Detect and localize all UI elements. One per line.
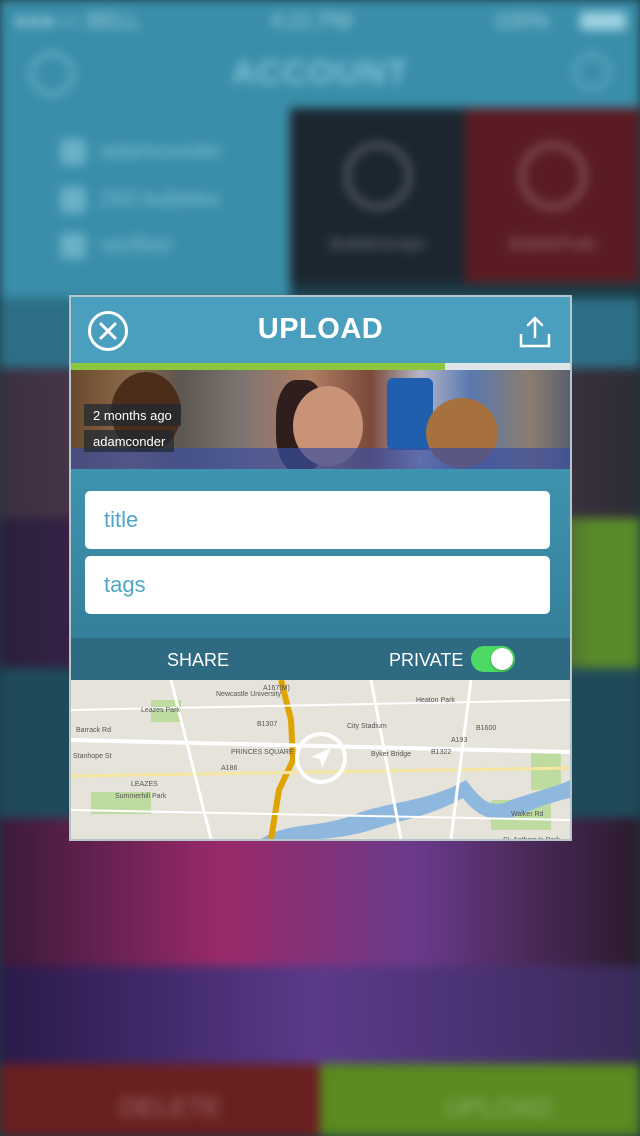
carrier-label: ●●●○○ BELL bbox=[14, 8, 141, 33]
tile-label: BubblePods bbox=[509, 236, 596, 253]
map-label: Newcastle University bbox=[216, 691, 281, 698]
account-header: ACCOUNT bbox=[0, 40, 640, 108]
status-bar: ●●●○○ BELL 4:21 PM 100% bbox=[0, 0, 640, 40]
clock: 4:21 PM bbox=[270, 8, 352, 33]
upload-form bbox=[71, 469, 570, 638]
map-label: LEAZES bbox=[131, 781, 158, 788]
x-icon bbox=[520, 143, 586, 209]
map-label: Heaton Park bbox=[416, 697, 455, 704]
map-label: City Stadium bbox=[347, 723, 387, 730]
video-age-label: 2 months ago bbox=[84, 404, 181, 426]
map-label: A167(M) bbox=[263, 685, 290, 692]
tile-bubblepods: BubblePods bbox=[465, 108, 640, 283]
map-label: Walker Rd bbox=[511, 811, 544, 818]
map-label: A193 bbox=[451, 737, 467, 744]
account-title: ACCOUNT bbox=[231, 54, 409, 92]
tile-label: BubbleScope bbox=[329, 236, 426, 253]
image-icon bbox=[60, 187, 86, 214]
profile-verified: verified bbox=[60, 232, 171, 260]
map-label: B1307 bbox=[257, 721, 277, 728]
toggle-knob bbox=[491, 648, 513, 670]
tags-input[interactable] bbox=[85, 556, 550, 614]
upload-progress-fill bbox=[71, 363, 446, 370]
gear-icon bbox=[572, 52, 612, 92]
map-label: Summerhill Park bbox=[115, 793, 167, 800]
video-thumbnail: 2 months ago adamconder bbox=[71, 370, 570, 469]
battery-percent: 100% bbox=[493, 8, 550, 33]
upload-button-bg: UPLOAD bbox=[320, 1064, 640, 1136]
profile-username: adamconder bbox=[60, 138, 222, 166]
bg-video-row bbox=[0, 966, 640, 1064]
map-label: Leazes Park bbox=[141, 707, 180, 714]
title-input[interactable] bbox=[85, 491, 550, 549]
video-author-label: adamconder bbox=[84, 430, 175, 452]
compass-locate-icon bbox=[311, 748, 331, 768]
check-icon bbox=[60, 233, 86, 260]
dialog-header: UPLOAD bbox=[71, 297, 570, 363]
map-label: B1322 bbox=[431, 749, 451, 756]
location-map[interactable]: Heaton Park Newcastle University Leazes Pa… bbox=[71, 680, 570, 839]
check-icon bbox=[345, 143, 411, 209]
map-label: St. Anthony's Park bbox=[503, 837, 560, 839]
locate-button[interactable] bbox=[295, 732, 347, 784]
map-label: A186 bbox=[221, 765, 237, 772]
private-toggle[interactable] bbox=[471, 646, 515, 672]
profile-bubbles: 293 bubbles bbox=[60, 186, 220, 214]
map-label: Stanhope St bbox=[73, 753, 112, 760]
title-field bbox=[85, 491, 550, 549]
share-button[interactable]: SHARE bbox=[167, 650, 229, 671]
battery-icon bbox=[580, 12, 626, 30]
delete-button-bg: DELETE bbox=[0, 1064, 320, 1136]
map-label: Byker Bridge bbox=[371, 751, 411, 758]
user-icon bbox=[60, 139, 86, 166]
upload-dialog: UPLOAD 2 months ago adamconder SHARE PRI… bbox=[69, 295, 572, 841]
upload-share-button[interactable] bbox=[518, 315, 552, 349]
dialog-title: UPLOAD bbox=[257, 313, 384, 345]
share-upload-icon bbox=[519, 316, 551, 348]
upload-progress-bar bbox=[71, 363, 570, 370]
map-label: B1600 bbox=[476, 725, 496, 732]
profile-summary: adamconder 293 bubbles verified bbox=[0, 108, 290, 298]
share-privacy-bar: SHARE PRIVATE bbox=[71, 638, 570, 680]
map-label: PRINCES SQUARE bbox=[231, 749, 294, 756]
map-label: Barrack Rd bbox=[76, 727, 111, 734]
tags-field bbox=[85, 556, 550, 614]
tile-bubblescope: BubbleScope bbox=[290, 108, 465, 283]
private-label: PRIVATE bbox=[389, 650, 464, 670]
